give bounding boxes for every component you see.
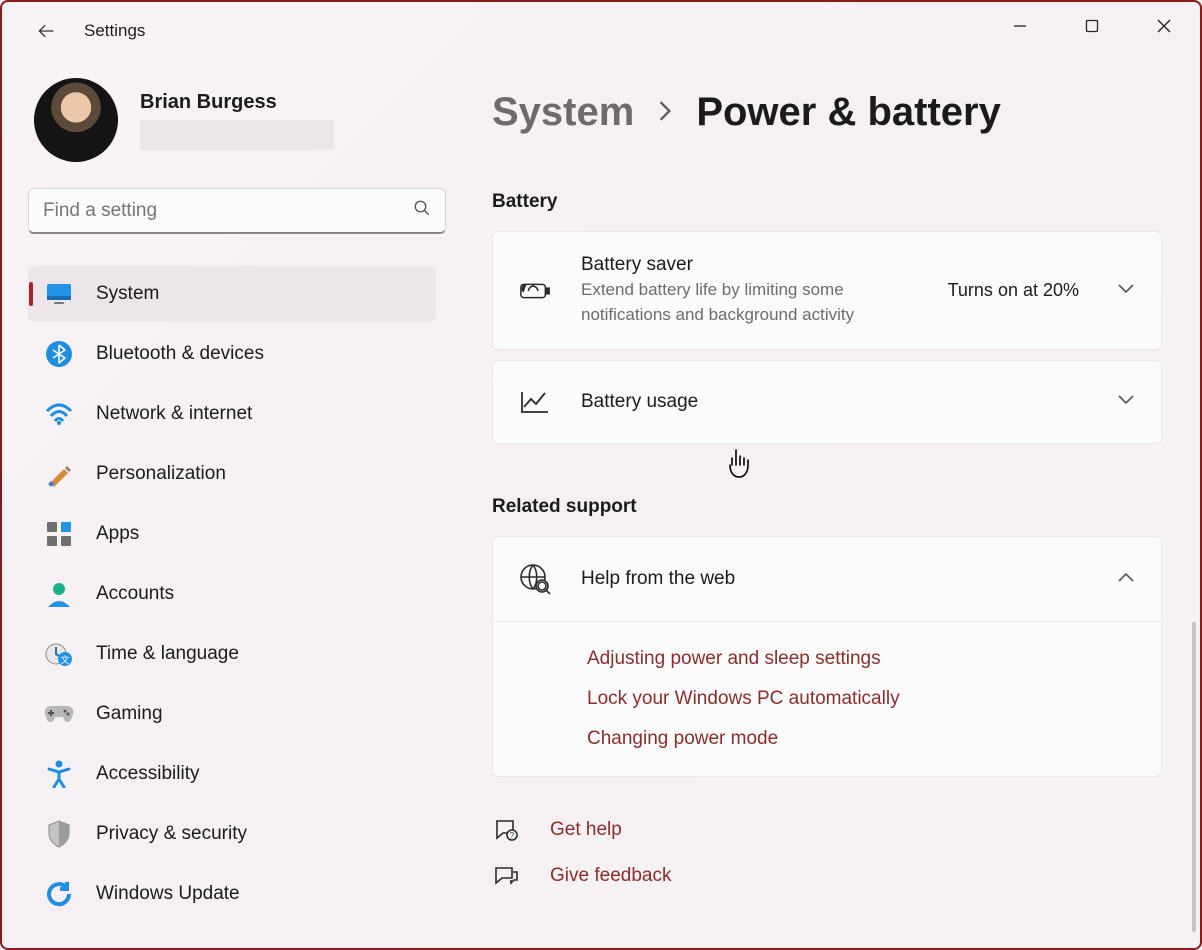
breadcrumb-current: Power & battery — [696, 90, 1001, 135]
card-description: Extend battery life by limiting some not… — [581, 278, 918, 327]
get-help-link[interactable]: Get help — [550, 819, 622, 841]
feedback-link[interactable]: Give feedback — [550, 865, 671, 887]
nav-label: Time & language — [96, 643, 239, 665]
footer-links: ? Get help Give feedback — [492, 817, 1162, 889]
system-icon — [44, 279, 74, 309]
nav-label: Bluetooth & devices — [96, 343, 264, 365]
nav-label: Windows Update — [96, 883, 240, 905]
nav-label: Personalization — [96, 463, 226, 485]
chevron-down-icon — [1117, 393, 1135, 411]
nav-item-apps[interactable]: Apps — [28, 506, 436, 562]
nav-item-privacy[interactable]: Privacy & security — [28, 806, 436, 862]
search-box[interactable] — [28, 188, 446, 234]
nav-label: Apps — [96, 523, 139, 545]
battery-saver-icon — [519, 279, 551, 303]
help-link-power-sleep[interactable]: Adjusting power and sleep settings — [587, 648, 1135, 670]
bluetooth-icon — [44, 339, 74, 369]
help-card: Help from the web Adjusting power and sl… — [492, 536, 1162, 777]
nav-label: Accounts — [96, 583, 174, 605]
card-title: Help from the web — [581, 568, 1087, 590]
sidebar: Brian Burgess System Bluetooth — [2, 60, 462, 948]
network-icon — [44, 399, 74, 429]
user-profile[interactable]: Brian Burgess — [34, 78, 436, 162]
time-icon: 文 — [44, 639, 74, 669]
personalization-icon — [44, 459, 74, 489]
window-title: Settings — [84, 21, 145, 41]
chevron-right-icon — [656, 97, 674, 129]
battery-usage-icon — [519, 389, 551, 415]
minimize-button[interactable] — [984, 2, 1056, 50]
help-header[interactable]: Help from the web — [493, 537, 1161, 621]
nav-item-update[interactable]: Windows Update — [28, 866, 436, 922]
close-button[interactable] — [1128, 2, 1200, 50]
help-link-power-mode[interactable]: Changing power mode — [587, 728, 1135, 750]
nav-label: Accessibility — [96, 763, 199, 785]
card-title: Battery saver — [581, 254, 918, 276]
nav-item-bluetooth[interactable]: Bluetooth & devices — [28, 326, 436, 382]
back-button[interactable] — [26, 11, 66, 51]
section-battery-label: Battery — [492, 191, 1162, 213]
breadcrumb: System Power & battery — [492, 90, 1162, 135]
arrow-left-icon — [36, 21, 56, 41]
apps-icon — [44, 519, 74, 549]
nav-item-system[interactable]: System — [28, 266, 436, 322]
nav-item-network[interactable]: Network & internet — [28, 386, 436, 442]
search-icon — [413, 199, 431, 222]
help-links: Adjusting power and sleep settings Lock … — [493, 621, 1161, 776]
minimize-icon — [1013, 19, 1027, 33]
battery-saver-card[interactable]: Battery saver Extend battery life by lim… — [492, 231, 1162, 350]
accounts-icon — [44, 579, 74, 609]
help-link-lock-pc[interactable]: Lock your Windows PC automatically — [587, 688, 1135, 710]
user-info: Brian Burgess — [140, 91, 334, 150]
titlebar: Settings — [2, 2, 1200, 60]
breadcrumb-parent[interactable]: System — [492, 90, 634, 135]
card-title: Battery usage — [581, 391, 1087, 413]
svg-text:?: ? — [510, 831, 515, 840]
nav-label: System — [96, 283, 159, 305]
battery-usage-card[interactable]: Battery usage — [492, 360, 1162, 444]
maximize-icon — [1085, 19, 1099, 33]
nav-item-personalization[interactable]: Personalization — [28, 446, 436, 502]
main-content: System Power & battery Battery Battery s… — [462, 60, 1200, 948]
chevron-down-icon — [1117, 282, 1135, 300]
battery-saver-status: Turns on at 20% — [948, 280, 1079, 301]
gaming-icon — [44, 699, 74, 729]
nav-label: Privacy & security — [96, 823, 247, 845]
window-controls — [984, 2, 1200, 50]
privacy-icon — [44, 819, 74, 849]
close-icon — [1157, 19, 1171, 33]
chevron-up-icon — [1117, 570, 1135, 588]
maximize-button[interactable] — [1056, 2, 1128, 50]
feedback-icon — [492, 863, 520, 889]
scrollbar[interactable] — [1192, 622, 1196, 932]
nav-list: System Bluetooth & devices Network & int… — [28, 266, 436, 922]
user-email-redacted — [140, 120, 334, 150]
svg-text:文: 文 — [60, 654, 69, 665]
nav-item-accessibility[interactable]: Accessibility — [28, 746, 436, 802]
nav-item-gaming[interactable]: Gaming — [28, 686, 436, 742]
nav-label: Network & internet — [96, 403, 252, 425]
section-related-label: Related support — [492, 496, 1162, 518]
nav-label: Gaming — [96, 703, 163, 725]
search-input[interactable] — [43, 200, 413, 222]
globe-search-icon — [519, 563, 551, 595]
avatar — [34, 78, 118, 162]
accessibility-icon — [44, 759, 74, 789]
get-help-icon: ? — [492, 817, 520, 843]
update-icon — [44, 879, 74, 909]
user-name: Brian Burgess — [140, 91, 334, 114]
nav-item-accounts[interactable]: Accounts — [28, 566, 436, 622]
nav-item-time[interactable]: 文 Time & language — [28, 626, 436, 682]
